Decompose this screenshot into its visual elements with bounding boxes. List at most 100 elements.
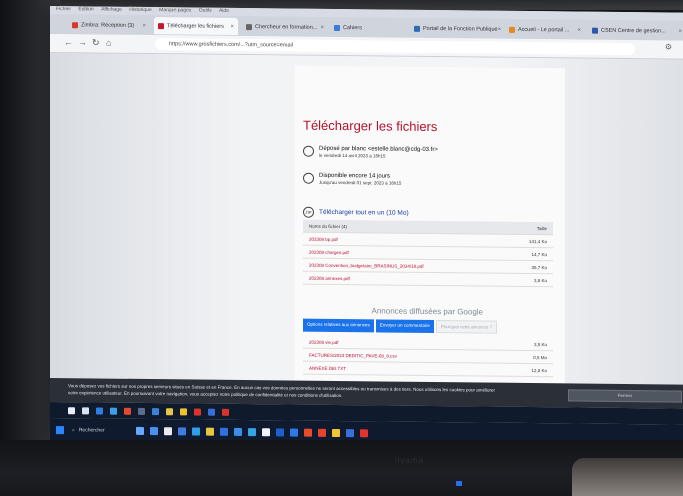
app-icon[interactable] (68, 406, 75, 414)
col-size-header: Taille (536, 225, 547, 231)
tab-portail-fonction-publique[interactable]: Portail de la Fonction Publique × (410, 20, 502, 38)
app-icon[interactable] (360, 428, 368, 437)
app-icon[interactable] (110, 407, 117, 415)
app-icon[interactable] (234, 427, 242, 436)
deposit-date: le vendredi 14 avril 2023 à 16h15 (319, 152, 386, 159)
app-icon[interactable] (276, 427, 284, 436)
zimbra-icon (72, 21, 78, 28)
app-icon[interactable] (138, 407, 145, 415)
forward-icon[interactable]: → (78, 37, 87, 47)
cahiers-icon (334, 24, 340, 31)
deposit-info: Déposé par blanc <estelle.blanc@cdg-03.f… (303, 145, 438, 159)
home-icon[interactable]: ⌂ (106, 38, 111, 48)
file-name-link[interactable]: 202308 Convention_budgetaire_BRASINUS_20… (309, 262, 531, 269)
app-icon[interactable] (178, 426, 186, 435)
app-icon[interactable] (150, 426, 158, 435)
app-icon[interactable] (208, 408, 215, 416)
ad-why-button[interactable]: Pourquoi cette annonce ? (435, 320, 498, 334)
file-name-link[interactable]: FACTURES/2023 DEDITIC_PAVE-08_8.csv (309, 352, 533, 359)
tab-zimbra[interactable]: Zimbra: Réception (3) × (68, 16, 150, 34)
menu-edition[interactable]: Édition (78, 6, 93, 12)
folder-icon[interactable] (166, 407, 173, 415)
table-row[interactable]: 202308 annexes.pdf 3,8 Ko (303, 271, 553, 288)
menu-outils[interactable]: Outils (199, 8, 212, 14)
app-icon[interactable] (136, 426, 144, 435)
app-icon[interactable] (346, 428, 354, 437)
tab-telecharger[interactable]: Télécharger les fichiers × (154, 17, 238, 35)
ad-feedback-button[interactable]: Envoyer un commentaire (375, 319, 434, 334)
app-icon[interactable] (180, 407, 187, 415)
accueil-icon (509, 26, 515, 33)
menu-historique[interactable]: Historique (129, 7, 152, 13)
app-icon[interactable] (332, 428, 340, 437)
power-led (456, 481, 462, 486)
app-icon[interactable] (222, 408, 229, 416)
app-icon[interactable] (96, 406, 103, 415)
tab-cahiers[interactable]: Cahiers (330, 19, 382, 37)
search-icon: ⌕ (72, 426, 75, 433)
file-name-link[interactable]: ANNEXE DEI.TXT (309, 365, 531, 372)
portal-icon (414, 25, 420, 32)
close-tab-icon[interactable]: × (230, 23, 234, 29)
windows-start-icon[interactable] (56, 425, 64, 434)
app-icon[interactable] (220, 427, 228, 436)
zip-icon: ZIP (303, 206, 314, 218)
app-icon[interactable] (192, 426, 200, 436)
url-bar[interactable]: https://www.grosfichiers.com/...?utm_sou… (155, 38, 635, 56)
close-tab-icon[interactable]: × (142, 22, 146, 28)
file-name-link[interactable]: 202308 annexes.pdf (309, 275, 534, 282)
monitor-screen: Fichier Édition Affichage Historique Mar… (50, 6, 683, 448)
csen-icon (592, 27, 598, 34)
tab-chercheur[interactable]: Chercheur en formation... × (242, 18, 328, 36)
menu-affichage[interactable]: Affichage (101, 7, 122, 13)
reload-icon[interactable]: ↻ (92, 37, 100, 48)
app-icon[interactable] (248, 427, 256, 436)
file-name-link[interactable]: 202308 vie.pdf (309, 339, 534, 346)
close-tab-icon[interactable]: × (498, 26, 502, 32)
ad-buttons: Options relatives aux annonces Envoyer u… (303, 318, 553, 335)
app-icon[interactable] (152, 407, 159, 415)
taskbar-search[interactable]: ⌕ Rechercher (72, 423, 128, 437)
cookie-text: Vous déposez vos fichiers sur nos propre… (68, 383, 495, 399)
file-name-link[interactable]: 202308 bp.pdf (309, 236, 529, 243)
file-list-secondary: 202308 vie.pdf 3,5 Ko FACTURES/2023 DEDIT… (303, 335, 553, 378)
file-size: 3,5 Ko (533, 341, 547, 347)
download-all-label: Télécharger tout en un (10 Mo) (319, 208, 409, 217)
search-icon[interactable] (82, 406, 89, 414)
page-title: Télécharger les fichiers (303, 117, 438, 135)
file-size: 0,5 Mo (533, 354, 547, 360)
list-item[interactable]: ANNEXE DEI.TXT 12,8 Ko (303, 361, 553, 378)
folder-icon[interactable] (206, 427, 214, 436)
close-tab-icon[interactable]: × (320, 24, 324, 30)
download-card: Télécharger les fichiers Déposé par blan… (295, 65, 565, 384)
menu-aide[interactable]: Aide (219, 8, 229, 14)
app-icon[interactable] (318, 428, 326, 437)
file-size: 35,7 Ko (531, 264, 547, 270)
menu-marque-pages[interactable]: Marque-pages (159, 7, 191, 13)
app-icon[interactable] (194, 408, 201, 416)
back-icon[interactable]: ← (64, 37, 73, 47)
toolbar-extensions[interactable]: ⚙ (665, 42, 678, 51)
tab-accueil[interactable]: Accueil - Le portail ... × (505, 21, 585, 39)
app-icon[interactable] (164, 426, 172, 435)
desk-object (572, 458, 683, 496)
app-icon[interactable] (304, 428, 312, 437)
monitor-brand-logo: iiyama (395, 456, 425, 465)
app-icon[interactable] (262, 427, 270, 436)
tab-csen[interactable]: CSEN Centre de gestion... × (588, 22, 683, 40)
close-tab-icon[interactable]: × (678, 28, 682, 34)
app-icon[interactable] (124, 407, 131, 415)
availability-until: Jusqu'au vendredi 01 sept. 2023 à 16h15 (319, 179, 402, 186)
file-size: 12,8 Ko (531, 367, 547, 373)
download-all-link[interactable]: ZIP Télécharger tout en un (10 Mo) (303, 206, 409, 219)
cookie-close-button[interactable]: Fermer (568, 389, 682, 403)
page-icon (246, 23, 252, 30)
menu-fichier[interactable]: Fichier (56, 6, 71, 12)
app-icon[interactable] (290, 428, 298, 437)
web-page: Télécharger les fichiers Déposé par blan… (50, 53, 683, 385)
ad-title: Annonces diffusées par Google (371, 306, 483, 317)
clock-icon (303, 172, 314, 184)
file-name-link[interactable]: 202308 charges.pdf (309, 249, 531, 256)
ad-options-button[interactable]: Options relatives aux annonces (303, 318, 374, 333)
close-tab-icon[interactable]: × (577, 27, 581, 33)
